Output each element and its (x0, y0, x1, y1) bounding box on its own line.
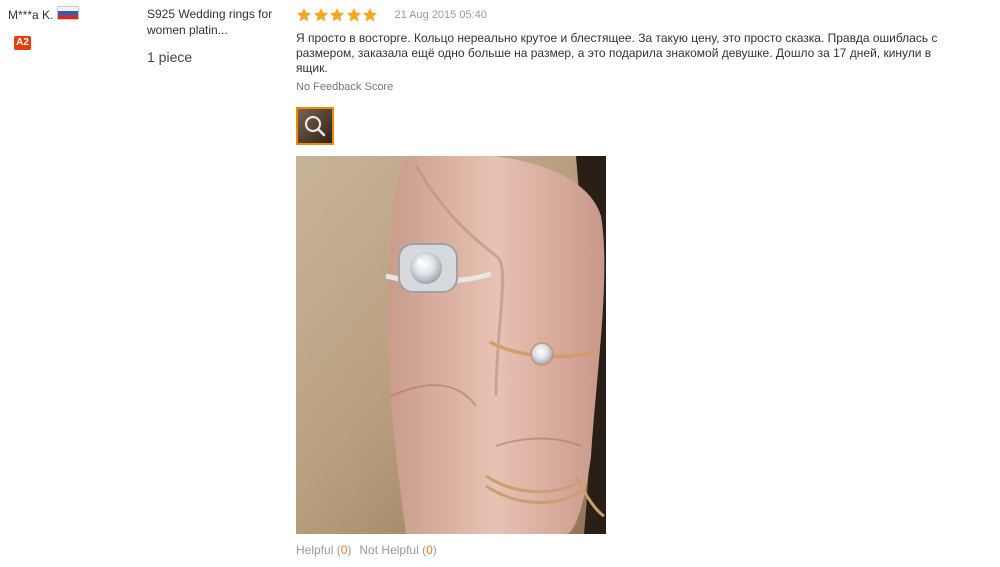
helpful-votes: Helpful (0) Not Helpful (0) (296, 543, 437, 557)
review-photo[interactable] (296, 156, 606, 534)
review-photo-thumbnail[interactable] (296, 107, 334, 145)
not-helpful-link[interactable]: Not Helpful (0) (359, 543, 436, 557)
star-icon (363, 8, 377, 22)
not-helpful-count: 0 (426, 543, 433, 557)
feedback-score: No Feedback Score (296, 81, 394, 93)
product-title-line: S925 Wedding rings for (147, 7, 273, 21)
review-date: 21 Aug 2015 05:40 (394, 9, 487, 21)
product-info: S925 Wedding rings for women platin... 1… (147, 6, 282, 65)
star-icon (346, 8, 361, 22)
star-icon (330, 8, 344, 22)
star-rating (296, 7, 379, 23)
product-title-link[interactable]: S925 Wedding rings for women platin... (147, 6, 282, 38)
buyer-level-badge: A2 (14, 36, 31, 50)
ring-photo-image (296, 156, 606, 534)
helpful-link[interactable]: Helpful (0) (296, 543, 351, 557)
product-title-line: women platin... (147, 23, 228, 37)
review-content: 21 Aug 2015 05:40 Я просто в восторге. К… (296, 6, 986, 557)
review-text-line: ящик. (296, 61, 328, 75)
review-text: Я просто в восторге. Кольцо нереально кр… (296, 31, 986, 76)
reviewer-info: M***a K. A2 (8, 6, 133, 50)
review-text-line: размером, заказала ещё одно больше на ра… (296, 46, 932, 60)
rating-line: 21 Aug 2015 05:40 (296, 6, 986, 24)
star-icon (313, 8, 328, 22)
russia-flag-icon (57, 6, 80, 20)
reviewer-name[interactable]: M***a K. (8, 8, 53, 22)
magnifier-icon (304, 115, 326, 137)
product-quantity: 1 piece (147, 49, 193, 65)
review-text-line: Я просто в восторге. Кольцо нереально кр… (296, 31, 938, 45)
star-icon (297, 8, 311, 22)
